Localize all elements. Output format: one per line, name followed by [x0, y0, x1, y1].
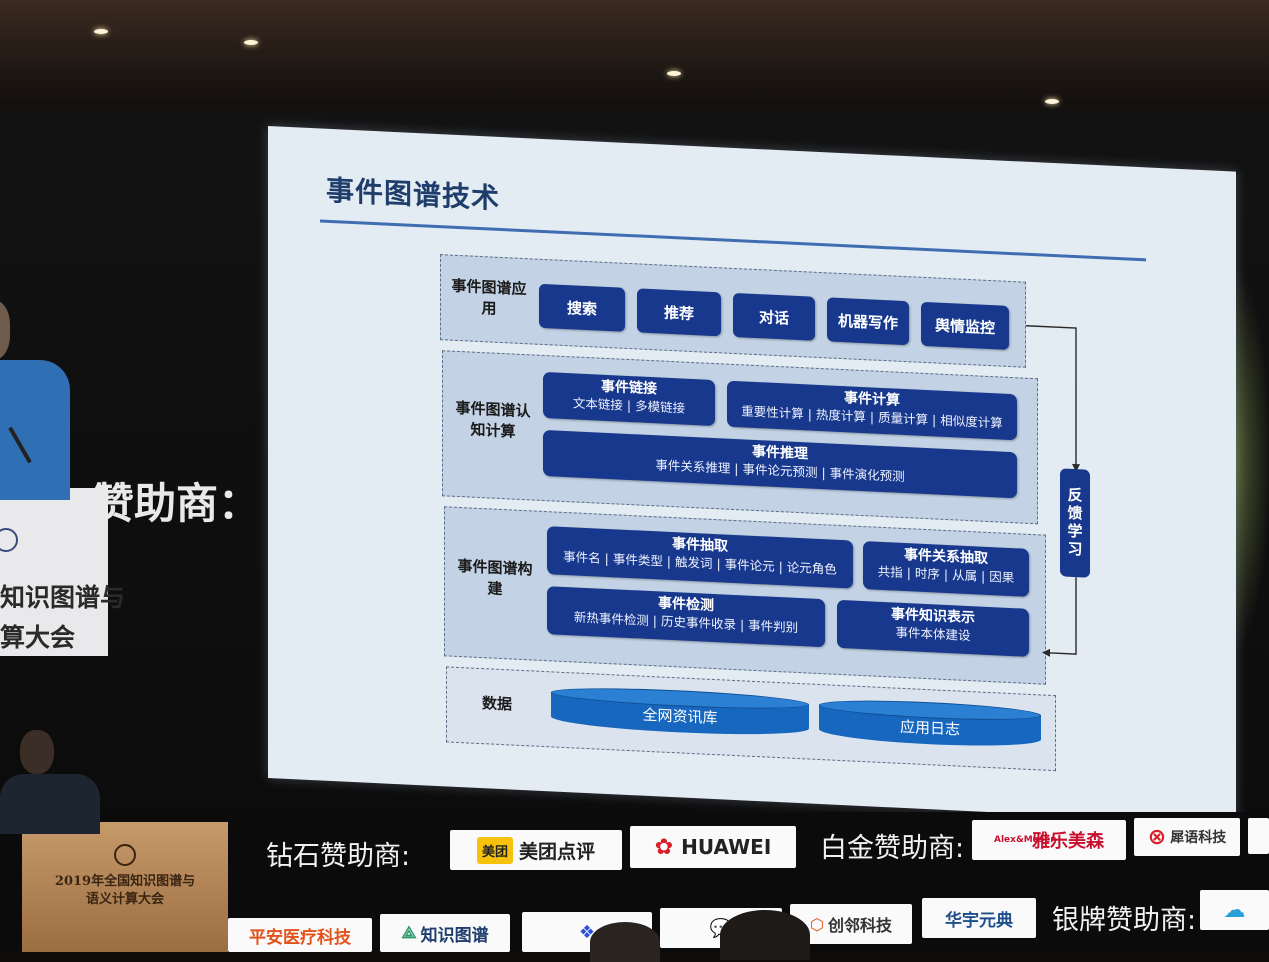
layer-application-label: 事件图谱应用: [451, 276, 527, 318]
meituan-text: 美团点评: [519, 840, 596, 863]
box-event-detection: 事件检测 新热事件检测 | 历史事件收录 | 事件判别: [547, 586, 825, 648]
feedback-learning: 反馈学习: [1060, 468, 1090, 578]
app-search: 搜索: [539, 283, 625, 332]
layer-cognition: 事件图谱认知计算 事件链接 文本链接 | 多模链接 事件计算 重要性计算 | 热…: [442, 350, 1038, 525]
logo-xiyu: ⊗ 犀语科技: [1134, 818, 1240, 856]
huawei-text: HUAWEI: [681, 835, 772, 859]
led-conference-line1: 知识图谱与: [0, 583, 126, 612]
xiyu-icon: ⊗: [1147, 824, 1167, 850]
app-public-opinion: 舆情监控: [921, 301, 1009, 350]
ceiling-light: [244, 40, 258, 45]
db-web-news: 全网资讯库: [551, 684, 809, 740]
huawei-flower-icon: ✿: [654, 834, 674, 860]
audience-head: [590, 922, 660, 962]
led-conference-line2: 算大会: [0, 623, 76, 652]
zhishi-icon: ⟁: [401, 923, 417, 943]
pingan-text: 平安医疗科技: [249, 927, 351, 948]
presenter: [0, 300, 90, 500]
db-app-log: 应用日志: [819, 696, 1041, 751]
app-machine-writing: 机器写作: [827, 297, 909, 346]
layer-data-label: 数据: [481, 694, 512, 714]
layer-application: 事件图谱应用 搜索 推荐 对话 机器写作 舆情监控: [440, 254, 1026, 368]
diamond-sponsor-label: 钻石赞助商:: [266, 841, 411, 872]
slide-title: 事件图谱技术: [326, 173, 501, 215]
logo-partial-right: [1248, 818, 1269, 854]
ceiling: [0, 0, 1269, 110]
box-knowledge-representation: 事件知识表示 事件本体建设: [837, 599, 1029, 657]
ceiling-light: [1045, 99, 1059, 104]
logo-meituan: 美团 美团点评: [450, 830, 622, 870]
logo-pingan: 平安医疗科技: [228, 918, 372, 952]
ceiling-light: [667, 71, 681, 76]
platinum-sponsor-label: 白金赞助商:: [820, 833, 965, 864]
audience-head: [720, 910, 810, 960]
logo-cloud: ☁: [1200, 890, 1269, 930]
alex-masen-text: Alex&Masen: [994, 835, 1057, 845]
podium-line1: 2019年全国知识图谱与: [54, 874, 196, 889]
podium-line2: 语义计算大会: [85, 892, 164, 907]
app-dialogue: 对话: [733, 292, 815, 341]
speaker-at-podium: [0, 730, 110, 834]
huayu-text: 华宇元典: [945, 910, 1013, 931]
box-event-computing: 事件计算 重要性计算 | 热度计算 | 质量计算 | 相似度计算: [727, 380, 1017, 441]
layer-data: 数据 全网资讯库 应用日志: [446, 666, 1056, 772]
chuangling-icon: ⬡: [810, 914, 824, 934]
app-recommend: 推荐: [637, 288, 721, 337]
meituan-badge: 美团: [476, 836, 513, 864]
zhishi-text: 知识图谱: [420, 925, 489, 946]
layer-cognition-label: 事件图谱认知计算: [455, 398, 531, 441]
podium: 2019年全国知识图谱与 语义计算大会: [22, 822, 228, 952]
box-event-reasoning: 事件推理 事件关系推理 | 事件论元预测 | 事件演化预测: [543, 429, 1017, 499]
logo-yale: Alex&Masen 雅乐美森: [972, 820, 1126, 860]
chuangling-text: 创邻科技: [827, 916, 892, 935]
podium-emblem-icon: [114, 844, 136, 866]
cloud-icon: ☁: [1223, 897, 1246, 923]
box-event-linking: 事件链接 文本链接 | 多模链接: [543, 371, 715, 427]
logo-zhishi: ⟁ 知识图谱: [380, 914, 510, 952]
box-relation-extraction: 事件关系抽取 共指 | 时序 | 从属 | 因果: [863, 541, 1029, 597]
layer-construction-label: 事件图谱构建: [457, 556, 533, 599]
logo-huawei: ✿ HUAWEI: [630, 826, 796, 868]
xiyu-text: 犀语科技: [1170, 830, 1227, 846]
led-sponsor-fragment: 赞助商：: [92, 479, 261, 528]
ceiling-light: [94, 29, 108, 34]
box-event-extraction: 事件抽取 事件名 | 事件类型 | 触发词 | 事件论元 | 论元角色: [547, 526, 853, 589]
projection-screen: 事件图谱技术 事件图谱应用 搜索 推荐 对话 机器写作 舆情监控 事件图谱认知计…: [268, 126, 1236, 824]
yale-text: 雅乐美森: [1032, 831, 1104, 852]
logo-huayu: 华宇元典: [922, 898, 1036, 938]
layer-construction: 事件图谱构建 事件抽取 事件名 | 事件类型 | 触发词 | 事件论元 | 论元…: [444, 506, 1046, 685]
silver-sponsor-label: 银牌赞助商:: [1052, 905, 1197, 936]
